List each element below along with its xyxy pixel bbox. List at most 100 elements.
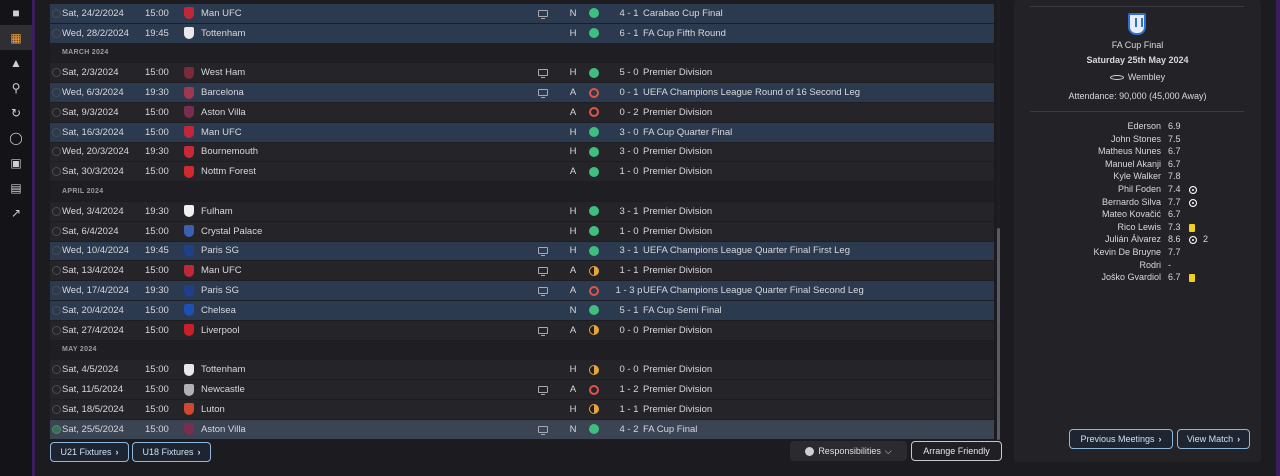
lineup-player-row[interactable]: Bernardo Silva 7.7 [1014,197,1261,210]
lineup-player-row[interactable]: Rico Lewis 7.3 [1014,222,1261,235]
fixture-row[interactable]: Sat, 4/5/2024 15:00 Tottenham H 0 - 0 Premier… [50,360,994,381]
u21-fixtures-label: U21 Fixtures [60,447,112,457]
tv-icon [538,89,548,99]
fixture-competition: Premier Division [643,225,713,237]
fixture-date: Wed, 10/4/2024 [62,245,129,257]
window-accent-bar [1276,0,1280,476]
fixture-score: 5 - 1 [619,304,639,316]
player-name: Phil Foden [1117,184,1161,194]
fixture-opponent: Bournemouth [201,146,259,158]
lineup-player-row[interactable]: Kyle Walker 7.8 [1014,171,1261,184]
home-icon[interactable]: ■ [0,0,32,25]
fixture-time: 15:00 [145,166,169,178]
lineup-player-row[interactable]: Mateo Kovačić 6.7 [1014,209,1261,222]
lineup-player-row[interactable]: Joško Gvardiol 6.7 [1014,272,1261,285]
fixture-score: 4 - 2 [619,423,639,435]
cards-icon[interactable]: ▤ [0,175,32,200]
fixture-row[interactable]: Wed, 10/4/2024 19:45 Paris SG H 3 - 1 UEFA Ch… [50,241,994,262]
fixture-row[interactable]: Sat, 13/4/2024 15:00 Man UFC A 1 - 1 Premier … [50,261,994,282]
fixture-row[interactable]: Sat, 27/4/2024 15:00 Liverpool A 0 - 0 Premie… [50,320,994,341]
lineup-player-row[interactable]: Matheus Nunes 6.7 [1014,146,1261,159]
fixture-venue: H [569,403,577,415]
club-badge-icon [184,284,194,297]
result-indicator-icon [589,28,599,39]
fixture-row[interactable]: Wed, 20/3/2024 19:30 Bournemouth H 3 - 0 Prem… [50,142,994,163]
lineup-player-row[interactable]: Rodri - [1014,260,1261,273]
fixture-time: 15:00 [145,67,169,79]
previous-meetings-button[interactable]: Previous Meetings › [1069,429,1173,449]
result-indicator-icon [589,384,599,395]
player-rating: 6.7 [1168,146,1181,157]
fixture-date: Sat, 18/5/2024 [62,403,124,415]
fixture-time: 19:45 [145,27,169,39]
briefcase-icon[interactable]: ▣ [0,150,32,175]
fixture-time: 15:00 [145,265,169,277]
calendar-icon[interactable]: ▦ [0,25,32,50]
fixture-row[interactable]: Sat, 24/2/2024 15:00 Man UFC N 4 - 1 Carabao … [50,4,994,24]
fixture-row[interactable]: Sat, 16/3/2024 15:00 Man UFC H 3 - 0 FA Cup Q… [50,122,994,143]
lineup-player-row[interactable]: Phil Foden 7.4 [1014,184,1261,197]
club-badge-icon [184,86,194,99]
arrange-friendly-button[interactable]: Arrange Friendly [911,441,1002,461]
yellow-card-icon [1189,274,1195,283]
tv-icon [538,247,548,257]
fixture-competition: Premier Division [643,384,713,396]
scrollbar-thumb[interactable] [997,228,1000,440]
fixture-score: 0 - 2 [619,106,639,118]
u21-fixtures-button[interactable]: U21 Fixtures › [50,442,129,462]
fixture-status-icon [52,286,61,296]
fixture-row[interactable]: Sat, 18/5/2024 15:00 Luton H 1 - 1 Premier Di… [50,399,994,420]
fixture-venue: H [569,27,577,39]
fixture-opponent: Liverpool [201,324,240,336]
fixture-row[interactable]: Sat, 30/3/2024 15:00 Nottm Forest A 1 - 0 Pre… [50,162,994,183]
fixture-competition: Premier Division [643,205,713,217]
result-indicator-icon [589,107,599,118]
fixture-row[interactable]: Sat, 6/4/2024 15:00 Crystal Palace H 1 - 0 Pr… [50,221,994,242]
lineup-player-row[interactable]: John Stones 7.5 [1014,134,1261,147]
club-badge-icon [184,7,194,20]
fixture-date: Wed, 3/4/2024 [62,205,124,217]
fixture-venue: A [569,324,577,336]
fixture-time: 19:45 [145,245,169,257]
fixture-row[interactable]: Wed, 28/2/2024 19:45 Tottenham H 6 - 1 FA Cup… [50,23,994,44]
responsibilities-button[interactable]: Responsibilities ⌵ [790,441,907,461]
u18-fixtures-button[interactable]: U18 Fixtures › [132,442,211,462]
lineup-player-row[interactable]: Manuel Akanji 6.7 [1014,159,1261,172]
fixture-row[interactable]: Sat, 9/3/2024 15:00 Aston Villa A 0 - 2 Premi… [50,102,994,123]
fixture-row[interactable]: Sat, 11/5/2024 15:00 Newcastle A 1 - 2 Premie… [50,380,994,400]
fixture-score: 3 - 1 [619,245,639,257]
fixture-time: 15:00 [145,304,169,316]
player-name: Julián Álvarez [1104,234,1161,245]
sidebar-accent-bar [32,0,35,476]
fixture-row[interactable]: Wed, 3/4/2024 19:30 Fulham H 3 - 1 Premier Di… [50,201,994,222]
fixture-venue: A [569,384,577,396]
fixture-date: Sat, 4/5/2024 [62,364,119,376]
u18-fixtures-label: U18 Fixtures [142,447,194,457]
fixture-row[interactable]: Wed, 6/3/2024 19:30 Barcelona A 0 - 1 UEFA Ch… [50,83,994,103]
lineup-player-row[interactable]: Kevin De Bruyne 7.7 [1014,247,1261,260]
club-badge-icon [184,383,194,396]
fixture-time: 15:00 [145,7,169,19]
fixture-row[interactable]: Sat, 20/4/2024 15:00 Chelsea N 5 - 1 FA Cup S… [50,300,994,321]
fixture-row[interactable]: Sat, 2/3/2024 15:00 West Ham H 5 - 0 Premier … [50,63,994,84]
fixture-score: 1 - 0 [619,166,639,178]
fixture-date: Sat, 25/5/2024 [62,423,124,435]
fixture-date: Sat, 24/2/2024 [62,7,124,19]
lineup-player-row[interactable]: Ederson 6.9 [1014,121,1261,134]
search-icon[interactable]: ⚲ [0,75,32,100]
trend-icon[interactable]: ↗ [0,200,32,225]
shield-icon[interactable]: ◯ [0,125,32,150]
fixture-row[interactable]: Sat, 25/5/2024 15:00 Aston Villa N 4 - 2 FA C… [50,419,994,440]
tv-icon [538,425,548,435]
transfer-icon[interactable]: ↻ [0,100,32,125]
view-match-button[interactable]: View Match › [1177,429,1250,449]
fixture-status-icon [52,88,61,98]
month-header: MAY 2024 [50,340,994,361]
fixture-row[interactable]: Wed, 17/4/2024 19:30 Paris SG A 1 - 3 p UEFA … [50,281,994,301]
fixture-time: 15:00 [145,423,169,435]
club-badge-icon [184,165,194,178]
player-rating: 7.5 [1168,133,1181,144]
lineup-player-row[interactable]: Julián Álvarez 8.6 2 [1014,234,1261,247]
trophy-icon[interactable]: ▲ [0,50,32,75]
fixture-competition: FA Cup Semi Final [643,304,722,316]
